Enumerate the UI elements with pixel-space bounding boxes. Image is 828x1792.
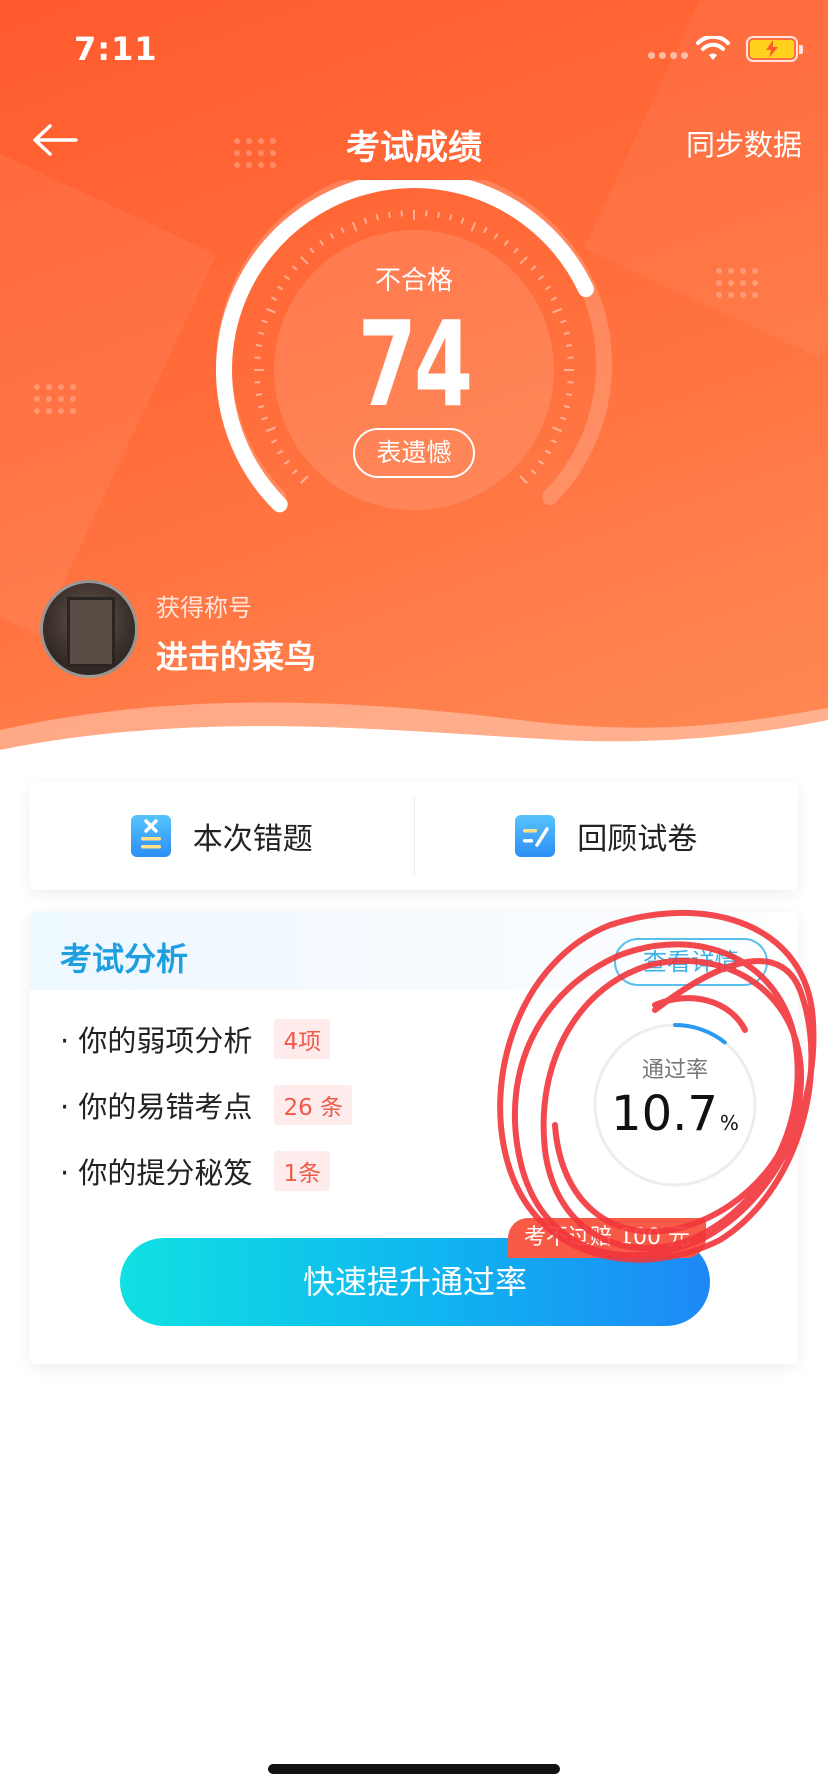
- gauge-tick: [283, 459, 290, 465]
- analysis-item-tag: 4项: [274, 1019, 331, 1059]
- list-item[interactable]: · 你的易错考点 26 条: [60, 1084, 353, 1126]
- pass-rate-unit: %: [719, 1111, 739, 1135]
- gauge-tick: [544, 449, 551, 455]
- score-result-label: 不合格: [374, 266, 453, 296]
- gauge-tick: [309, 247, 315, 254]
- score-value: 74: [357, 295, 473, 433]
- gauge-tick: [530, 469, 537, 475]
- gauge-tick: [300, 475, 309, 484]
- wifi-icon: [696, 36, 730, 60]
- home-indicator[interactable]: [268, 1764, 560, 1774]
- review-paper-label: 回顾试卷: [577, 822, 698, 857]
- quick-links-card: 本次错题 回顾试卷: [30, 782, 798, 890]
- gauge-tick: [437, 211, 441, 219]
- earned-title-label: 获得称号: [156, 594, 252, 622]
- gauge-tick: [319, 239, 325, 246]
- guarantee-badge: 考不过赔 100 元: [508, 1218, 706, 1258]
- pass-rate-value: 10.7%: [590, 1086, 760, 1142]
- analysis-item-label: · 你的易错考点: [60, 1090, 253, 1124]
- gauge-tick: [270, 439, 278, 444]
- earned-title-value: 进击的菜鸟: [156, 638, 317, 676]
- gauge-tick: [375, 214, 380, 221]
- list-item[interactable]: · 你的提分秘笈 1条: [60, 1150, 331, 1192]
- gauge-tick: [493, 233, 499, 240]
- gauge-tick: [519, 475, 528, 484]
- gauge-tick: [470, 221, 477, 232]
- gauge-tick: [277, 449, 284, 455]
- wrong-list-icon: [130, 815, 171, 857]
- gauge-tick: [351, 221, 358, 232]
- battery-icon: [746, 36, 803, 62]
- exam-analysis-card: 考试分析 查看详情 · 你的弱项分析 4项 · 你的易错考点 26 条 · 你的…: [30, 912, 798, 1364]
- review-pencil-icon: [515, 815, 556, 857]
- wrong-questions-button[interactable]: 本次错题: [30, 782, 414, 890]
- avatar[interactable]: [40, 580, 138, 678]
- gauge-tick: [513, 247, 519, 254]
- analysis-item-tag: 1条: [274, 1151, 331, 1191]
- gauge-tick: [329, 233, 335, 240]
- signal-icon: [648, 52, 688, 59]
- gauge-tick: [387, 211, 391, 219]
- pass-rate-label: 通过率: [641, 1058, 708, 1083]
- gauge-tick: [483, 226, 488, 234]
- gauge-tick: [448, 214, 453, 221]
- analysis-item-tag: 26 条: [274, 1085, 353, 1125]
- decor-dots: [34, 384, 76, 414]
- view-details-button[interactable]: 查看详情: [614, 938, 768, 986]
- pass-rate-number: 10.7: [611, 1086, 718, 1142]
- gauge-tick: [291, 469, 298, 475]
- status-bar: 7:11: [0, 0, 828, 100]
- gauge-tick: [538, 459, 545, 465]
- status-time: 7:11: [74, 30, 158, 68]
- gauge-tick: [340, 226, 345, 234]
- gauge-tick: [503, 239, 509, 246]
- gauge-tick: [460, 217, 465, 224]
- analysis-heading: 考试分析: [60, 940, 189, 978]
- gauge-tick: [363, 217, 368, 224]
- gauge-tick: [550, 439, 558, 444]
- analysis-item-label: · 你的提分秘笈: [60, 1156, 253, 1190]
- regret-button[interactable]: 表遗憾: [353, 428, 475, 478]
- sync-data-button[interactable]: 同步数据: [686, 122, 802, 164]
- review-paper-button[interactable]: 回顾试卷: [415, 782, 799, 890]
- list-item[interactable]: · 你的弱项分析 4项: [60, 1018, 331, 1060]
- analysis-item-label: · 你的弱项分析: [60, 1024, 253, 1058]
- wave-divider: [0, 702, 828, 780]
- wrong-questions-label: 本次错题: [192, 822, 313, 857]
